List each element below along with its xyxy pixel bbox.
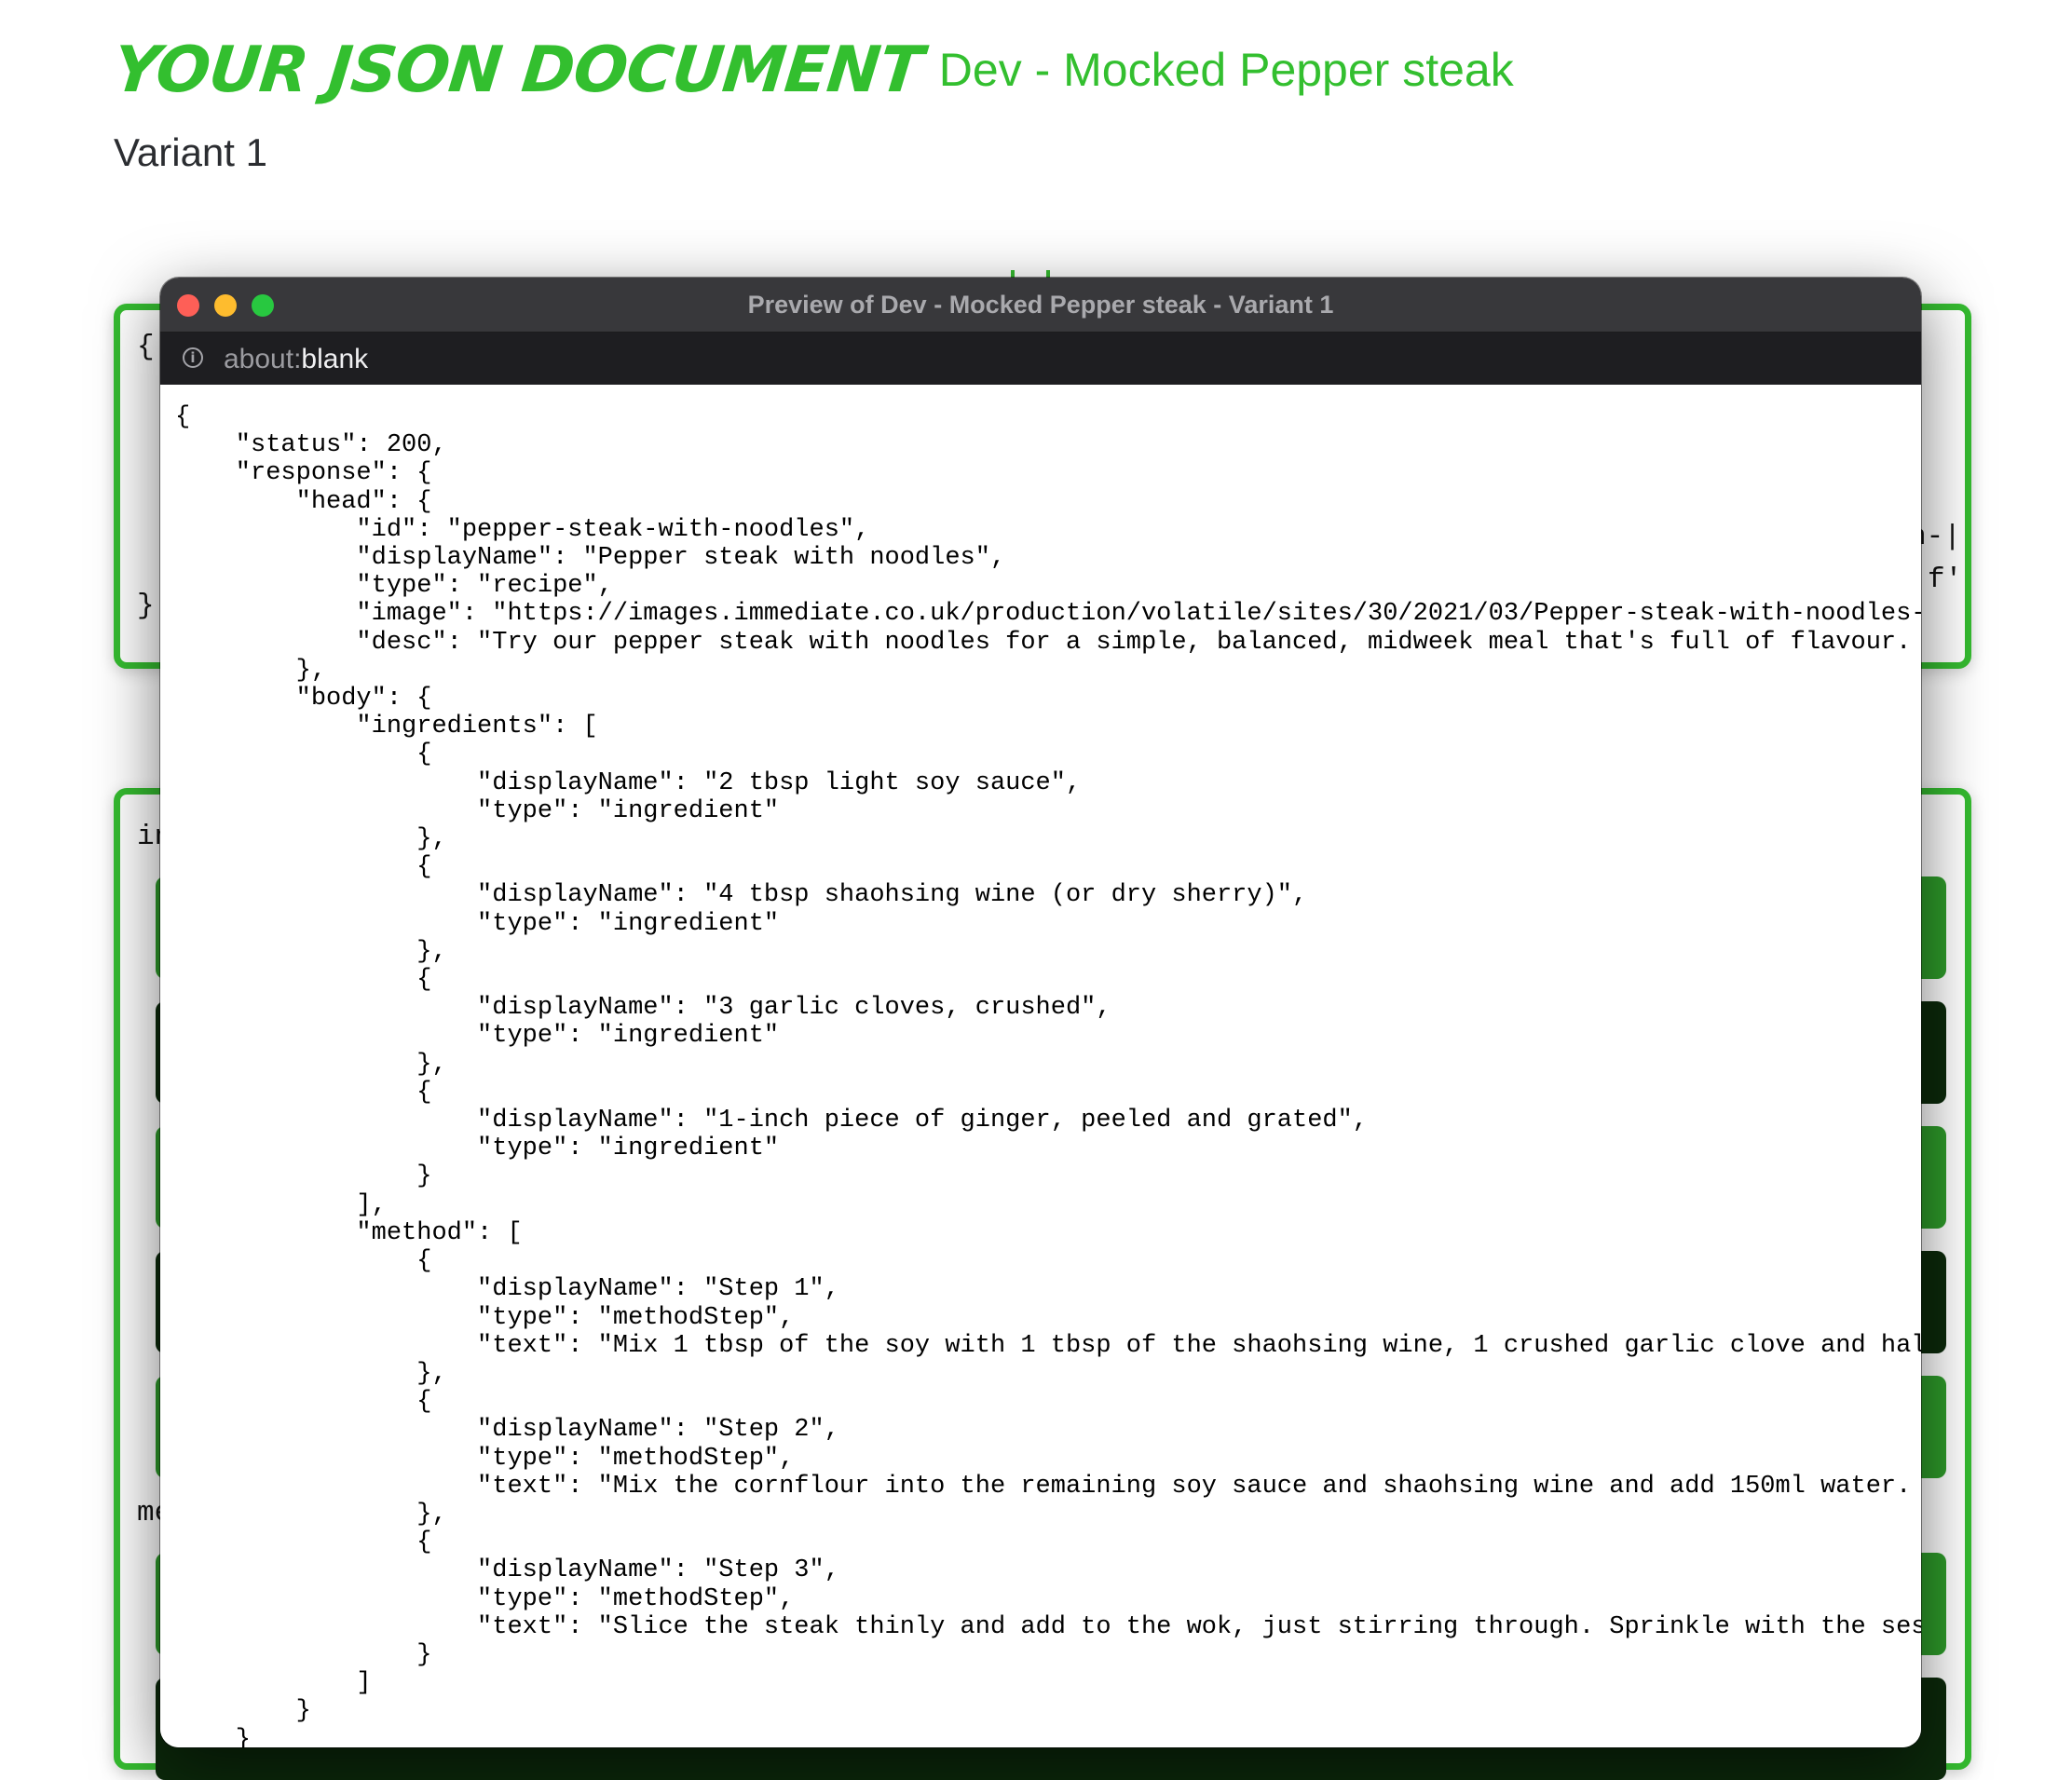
preview-window: Preview of Dev - Mocked Pepper steak - V… bbox=[160, 278, 1921, 1747]
url-scheme: about: bbox=[224, 344, 302, 374]
preview-content[interactable]: { "status": 200, "response": { "head": {… bbox=[160, 385, 1921, 1747]
card-text-fragment: f' bbox=[1928, 564, 1963, 596]
card-brace-close: } bbox=[137, 590, 155, 622]
card-brace-open: { bbox=[137, 331, 155, 363]
url-path: blank bbox=[301, 344, 369, 374]
info-icon[interactable]: i bbox=[183, 347, 203, 368]
url-text[interactable]: about:blank bbox=[224, 333, 368, 386]
variant-label: Variant 1 bbox=[114, 130, 267, 174]
brand-title: Your JSON document bbox=[109, 34, 926, 107]
url-bar[interactable]: i about:blank bbox=[160, 333, 1921, 386]
page-header: Your JSON document Dev - Mocked Pepper s… bbox=[110, 34, 1514, 107]
json-preview-text: { "status": 200, "response": { "head": {… bbox=[175, 403, 1921, 1747]
window-titlebar[interactable]: Preview of Dev - Mocked Pepper steak - V… bbox=[160, 278, 1921, 333]
document-name: Dev - Mocked Pepper steak bbox=[938, 44, 1514, 96]
window-title: Preview of Dev - Mocked Pepper steak - V… bbox=[747, 291, 1334, 319]
